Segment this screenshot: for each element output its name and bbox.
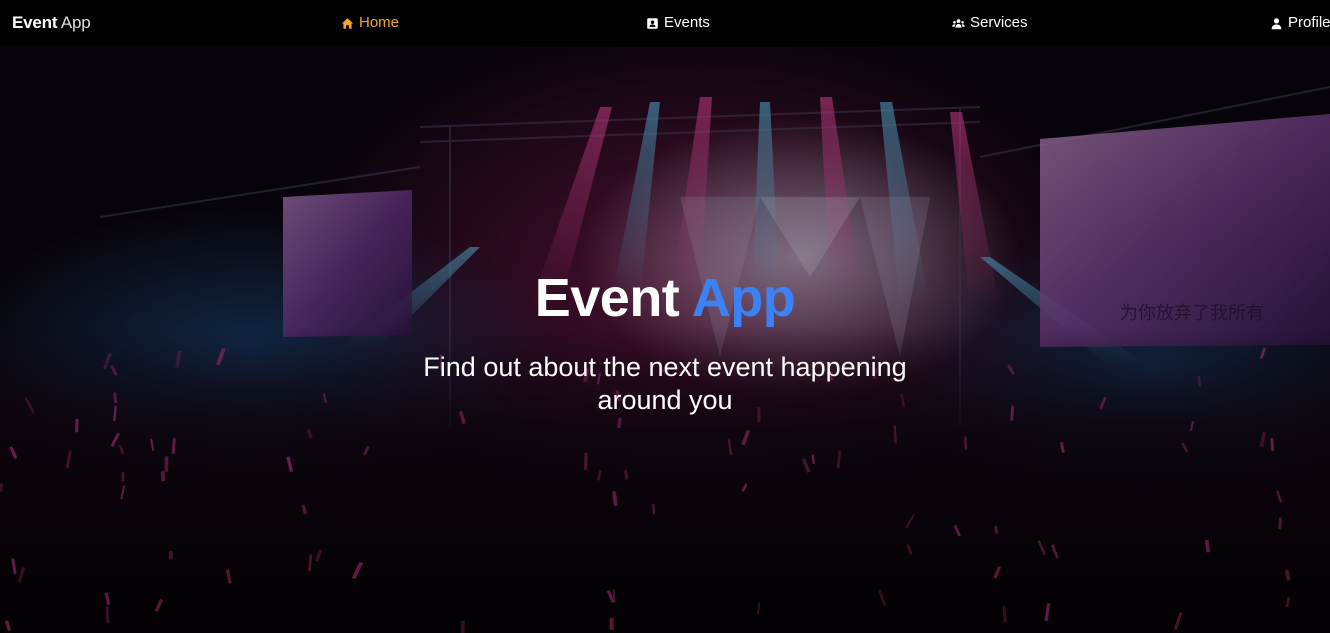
nav-label-profile: Profile [1288,14,1330,31]
nav-item-events[interactable]: Events [646,14,710,32]
hero-subtitle: Find out about the next event happening … [423,352,907,415]
hero-content: Event App Find out about the next event … [0,267,1330,417]
nav-label-services: Services [970,14,1028,31]
top-navbar: Event App Home Events Services Profile [0,0,1330,47]
nav-label-events: Events [664,14,710,31]
id-card-icon [647,17,658,29]
brand-logo[interactable]: Event App [12,13,91,33]
home-icon [341,17,354,29]
hero-title-main: Event [534,268,680,328]
hero-title-accent: App [691,268,796,328]
user-icon [1271,17,1282,29]
nav-label-home: Home [359,14,400,31]
nav-item-services[interactable]: Services [952,14,1028,32]
users-icon [952,18,965,28]
brand-name-bold: Event [12,13,58,32]
hero-title: Event App [0,267,1330,329]
brand-name-light: App [60,13,91,32]
nav-item-home[interactable]: Home [341,14,399,32]
hero-section: 为你放弃了我所有 Event App Find out about the ne… [0,47,1330,633]
nav-item-profile[interactable]: Profile [1270,14,1330,32]
